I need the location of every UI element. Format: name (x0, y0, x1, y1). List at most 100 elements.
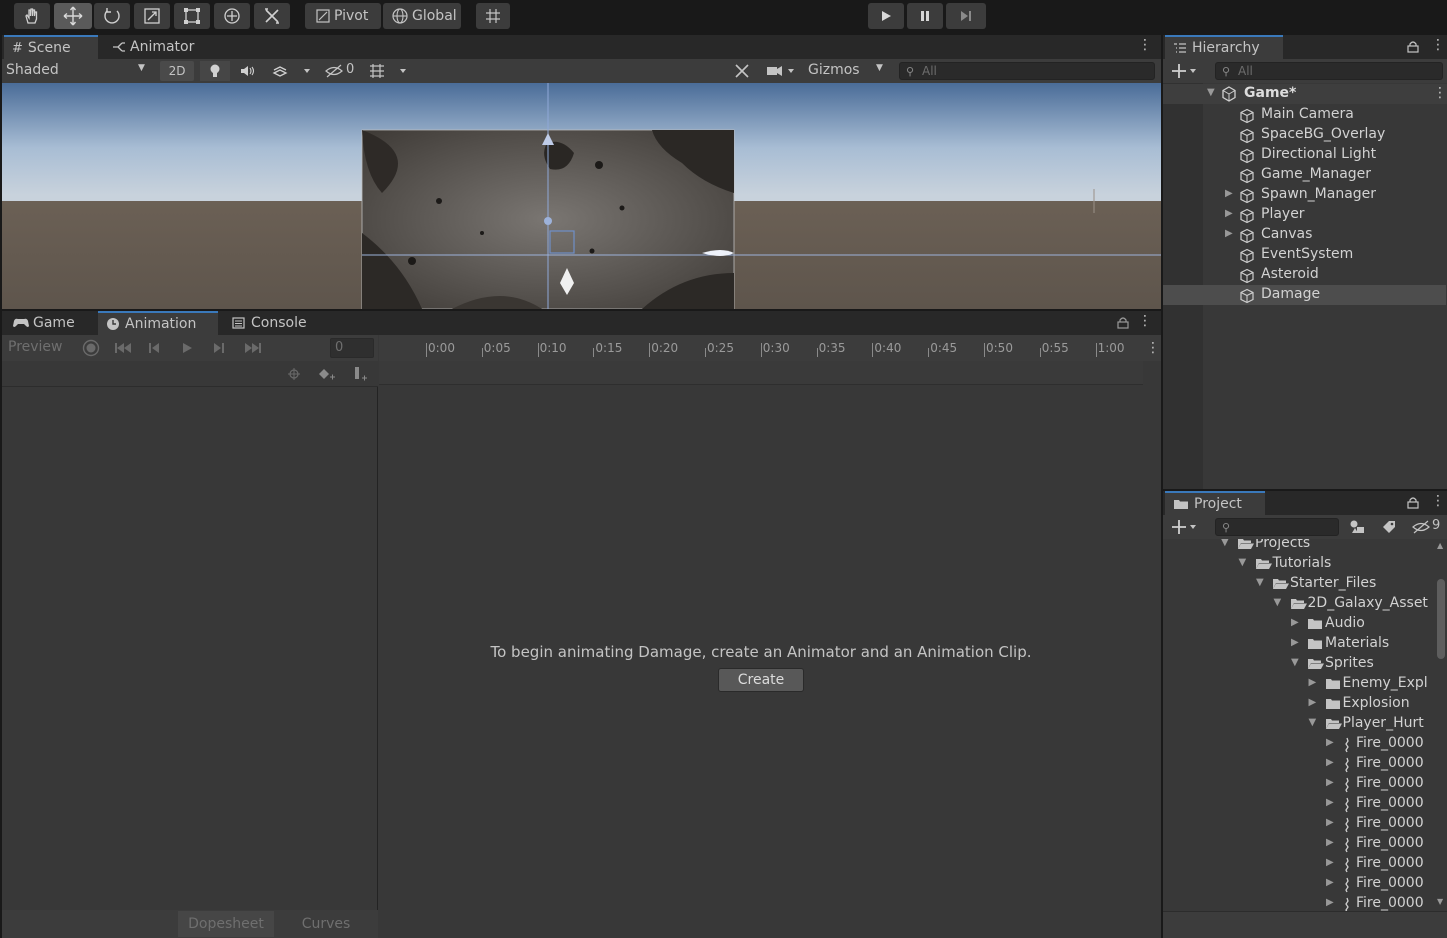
pivot-toggle[interactable]: Pivot (305, 3, 381, 29)
project-asset-item[interactable]: ▶ Fire_0000 (1163, 814, 1435, 834)
project-asset-item[interactable]: ▶ Fire_0000 (1163, 754, 1435, 774)
project-asset-item[interactable]: ▶ Fire_0000 (1163, 854, 1435, 874)
scroll-up-icon[interactable]: ▲ (1437, 541, 1443, 550)
project-folder-item[interactable]: ▶ Audio (1163, 614, 1435, 634)
filter-selected-icon[interactable] (287, 367, 301, 381)
pause-button[interactable] (907, 3, 943, 29)
collapse-arrow-icon[interactable]: ▼ (1256, 577, 1264, 588)
hierarchy-item[interactable]: ▶ Spawn_Manager (1163, 185, 1446, 205)
project-folder-item[interactable]: ▼ Projects (1163, 539, 1435, 554)
preview-label[interactable]: Preview (8, 339, 63, 355)
move-tool-button[interactable] (54, 3, 92, 29)
create-button[interactable]: Create (718, 668, 804, 692)
hierarchy-item[interactable]: Game_Manager (1163, 165, 1446, 185)
lighting-toggle[interactable] (200, 61, 230, 81)
next-frame-icon[interactable] (212, 341, 226, 355)
hierarchy-add-dropdown[interactable] (1169, 61, 1203, 81)
scale-tool-button[interactable] (134, 3, 170, 29)
project-folder-item[interactable]: ▶ Enemy_Expl (1163, 674, 1435, 694)
hierarchy-search-input[interactable]: ⚲ All (1215, 62, 1443, 80)
expand-arrow-icon[interactable]: ▶ (1326, 757, 1334, 768)
expand-arrow-icon[interactable]: ▶ (1225, 188, 1233, 199)
project-folder-item[interactable]: ▼ Sprites (1163, 654, 1435, 674)
scrollbar-thumb[interactable] (1437, 579, 1445, 659)
tab-console[interactable]: Console (224, 311, 324, 335)
label-tag-icon[interactable] (1381, 519, 1397, 535)
project-folder-item[interactable]: ▶ Materials (1163, 634, 1435, 654)
tab-animation[interactable]: Animation (98, 311, 218, 335)
search-by-type-icon[interactable] (1349, 519, 1367, 535)
project-asset-item[interactable]: ▶ Fire_0000 (1163, 734, 1435, 754)
project-asset-item[interactable]: ▶ Fire_0000 (1163, 894, 1435, 911)
scene-more-icon[interactable]: ⋮ (1138, 37, 1152, 53)
step-button[interactable] (946, 3, 986, 29)
tab-curves[interactable]: Curves (278, 911, 374, 937)
expand-arrow-icon[interactable]: ▶ (1326, 737, 1334, 748)
tab-hierarchy[interactable]: Hierarchy (1165, 35, 1283, 59)
animation-more-icon[interactable]: ⋮ (1138, 313, 1152, 329)
expand-arrow-icon[interactable]: ▶ (1291, 637, 1299, 648)
expand-arrow-icon[interactable]: ▶ (1326, 857, 1334, 868)
expand-arrow-icon[interactable]: ▶ (1225, 208, 1233, 219)
collapse-arrow-icon[interactable]: ▼ (1291, 657, 1299, 668)
collapse-arrow-icon[interactable]: ▼ (1239, 557, 1247, 568)
project-folder-item[interactable]: ▶ Explosion (1163, 694, 1435, 714)
time-ruler[interactable]: 0:00 0:05 0:10 0:15 0:20 0:25 0:30 0:35 0:40 0:45… (379, 335, 1161, 361)
hand-tool-button[interactable] (14, 3, 50, 29)
tools-overlay-button[interactable] (730, 61, 756, 81)
expand-arrow-icon[interactable]: ▶ (1309, 697, 1317, 708)
expand-arrow-icon[interactable]: ▶ (1326, 817, 1334, 828)
scene-search-input[interactable]: ⚲ All (899, 62, 1155, 80)
hierarchy-item[interactable]: Damage (1163, 285, 1446, 305)
project-add-dropdown[interactable] (1169, 517, 1203, 537)
expand-arrow-icon[interactable]: ▶ (1291, 617, 1299, 628)
timeline-more-icon[interactable]: ⋮ (1146, 340, 1160, 356)
expand-arrow-icon[interactable]: ▼ (1207, 87, 1215, 98)
hierarchy-item[interactable]: ▶ Player (1163, 205, 1446, 225)
hierarchy-item[interactable]: SpaceBG_Overlay (1163, 125, 1446, 145)
frame-field[interactable]: 0 (330, 338, 374, 358)
previous-frame-icon[interactable] (147, 341, 161, 355)
hierarchy-item[interactable]: Directional Light (1163, 145, 1446, 165)
record-icon[interactable] (82, 339, 100, 357)
grid-snap-button[interactable] (476, 3, 510, 29)
play-button[interactable] (868, 3, 904, 29)
project-folder-item[interactable]: ▼ Player_Hurt (1163, 714, 1435, 734)
rect-tool-button[interactable] (174, 3, 210, 29)
custom-tool-button[interactable] (254, 3, 290, 29)
hierarchy-item[interactable]: Asteroid (1163, 265, 1446, 285)
scroll-down-icon[interactable]: ▼ (1437, 897, 1443, 906)
project-hidden-toggle[interactable]: 9 (1411, 518, 1445, 536)
project-scrollbar[interactable]: ▲ ▼ (1435, 539, 1447, 911)
shading-mode-dropdown[interactable]: Shaded ▼ (6, 62, 152, 80)
expand-arrow-icon[interactable]: ▶ (1326, 797, 1334, 808)
scene-visibility-toggle[interactable]: 0 (324, 62, 358, 80)
tab-game[interactable]: Game (4, 311, 96, 335)
project-folder-item[interactable]: ▼ Tutorials (1163, 554, 1435, 574)
play-icon[interactable] (180, 341, 194, 355)
collapse-arrow-icon[interactable]: ▼ (1309, 717, 1317, 728)
expand-arrow-icon[interactable]: ▶ (1225, 228, 1233, 239)
project-asset-item[interactable]: ▶ Fire_0000 (1163, 834, 1435, 854)
expand-arrow-icon[interactable]: ▶ (1326, 897, 1334, 908)
hierarchy-item[interactable]: Main Camera (1163, 105, 1446, 125)
scene-viewport[interactable] (2, 83, 1161, 309)
expand-arrow-icon[interactable]: ▶ (1326, 777, 1334, 788)
expand-arrow-icon[interactable]: ▶ (1309, 677, 1317, 688)
hierarchy-item[interactable]: EventSystem (1163, 245, 1446, 265)
project-more-icon[interactable]: ⋮ (1431, 493, 1445, 509)
project-folder-item[interactable]: ▼ 2D_Galaxy_Asset (1163, 594, 1435, 614)
hierarchy-more-icon[interactable]: ⋮ (1431, 37, 1445, 53)
last-frame-icon[interactable] (244, 341, 262, 355)
tab-animator[interactable]: Animator (104, 35, 214, 59)
grid-dropdown[interactable] (364, 61, 416, 81)
hierarchy-item[interactable]: ▶ Canvas (1163, 225, 1446, 245)
first-frame-icon[interactable] (114, 341, 132, 355)
project-search-input[interactable]: ⚲ (1215, 518, 1339, 536)
add-event-icon[interactable] (352, 366, 368, 382)
project-asset-item[interactable]: ▶ Fire_0000 (1163, 874, 1435, 894)
effects-dropdown[interactable] (264, 61, 318, 81)
tab-dopesheet[interactable]: Dopesheet (178, 911, 274, 937)
collapse-arrow-icon[interactable]: ▼ (1221, 539, 1229, 548)
global-toggle[interactable]: Global (383, 3, 461, 29)
